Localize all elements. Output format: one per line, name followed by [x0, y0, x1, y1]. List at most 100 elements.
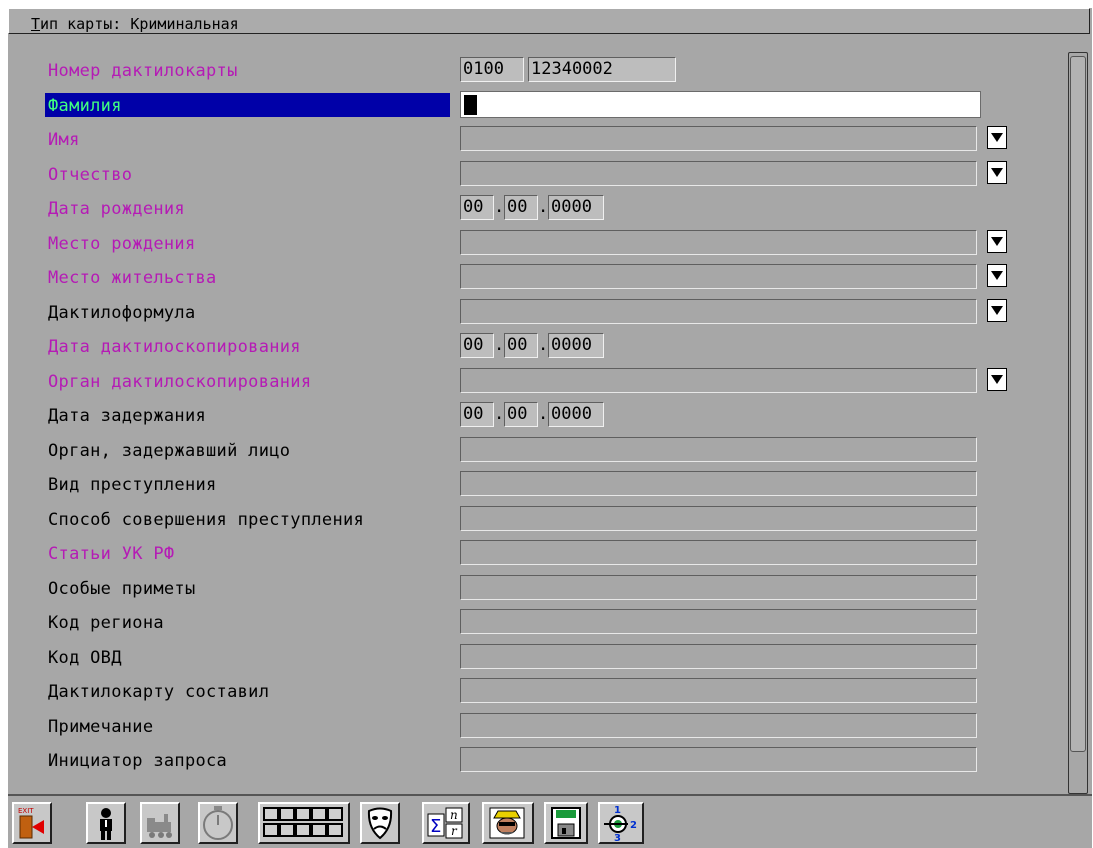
text-field[interactable] — [460, 574, 977, 600]
form-row: Орган дактилоскопирования — [18, 367, 1058, 395]
text-field[interactable] — [460, 747, 977, 772]
form-row: Отчество — [18, 160, 1058, 188]
scrollbar-thumb[interactable] — [1070, 56, 1086, 752]
text-field[interactable] — [460, 540, 977, 565]
date-day-field[interactable]: 00 — [460, 195, 494, 220]
field-label: Имя — [48, 130, 80, 150]
node-1-label: 1 — [614, 805, 621, 816]
field-label: Код региона — [48, 613, 164, 633]
toolbar-button-exit-door[interactable]: EXIT — [12, 802, 52, 844]
bottom-toolbar: EXIT Σnr 123 — [8, 794, 1092, 848]
date-month-field[interactable]: 00 — [504, 333, 538, 358]
field-label: Инициатор запроса — [48, 751, 228, 771]
toolbar-button-theater-mask[interactable] — [360, 802, 400, 844]
selected-label-highlight: Фамилия — [45, 92, 450, 117]
field-label: Место рождения — [48, 233, 196, 254]
dropdown-arrow-icon[interactable] — [987, 229, 1007, 253]
date-separator: . — [538, 404, 549, 424]
field-label: Дата дактилоскопирования — [48, 337, 301, 357]
text-field[interactable] — [460, 712, 977, 738]
combo-field[interactable] — [460, 298, 977, 324]
dropdown-arrow-icon[interactable] — [987, 298, 1007, 322]
sigma-n-label: n — [450, 808, 458, 822]
field-label: Дактилокарту составил — [48, 682, 270, 702]
text-field[interactable] — [460, 436, 977, 462]
exit-text: EXIT — [18, 807, 34, 815]
node-3-label: 3 — [614, 833, 621, 842]
date-day-field[interactable]: 00 — [460, 402, 494, 427]
form-row: Номер дактилокарты 0100 12340002 — [18, 56, 1058, 84]
text-field[interactable] — [460, 471, 977, 496]
date-separator: . — [494, 404, 505, 424]
dropdown-arrow-icon[interactable] — [987, 367, 1007, 391]
text-field[interactable] — [460, 643, 977, 669]
form-row: Инициатор запроса — [18, 746, 1058, 774]
toolbar-button-fingerprint-grid[interactable] — [258, 802, 350, 844]
form-window: Тип карты: Криминальная Номер дактилокар… — [8, 8, 1092, 848]
toolbar-button-sigma-statistics[interactable]: Σnr — [422, 802, 470, 844]
date-month-field[interactable]: 00 — [504, 195, 538, 220]
form-row: Место жительства — [18, 263, 1058, 291]
field-label: Фамилия — [48, 95, 122, 116]
text-field[interactable] — [460, 609, 977, 634]
date-year-field[interactable]: 0000 — [548, 333, 604, 358]
title-bar: Тип карты: Криминальная — [8, 8, 1090, 34]
field-label: Код ОВД — [48, 647, 122, 668]
field-label: Дата рождения — [48, 199, 185, 219]
date-day-field[interactable]: 00 — [460, 333, 494, 358]
form-row: Способ совершения преступления — [18, 505, 1058, 533]
date-month-field[interactable]: 00 — [504, 402, 538, 427]
field-label: Вид преступления — [48, 475, 217, 495]
form-row: Имя — [18, 125, 1058, 153]
combo-field[interactable] — [460, 264, 977, 289]
form-row: Особые приметы — [18, 574, 1058, 602]
field-label: Статьи УК РФ — [48, 544, 175, 564]
combo-field[interactable] — [460, 229, 977, 255]
field-label: Отчество — [48, 164, 133, 185]
date-year-field[interactable]: 0000 — [548, 195, 604, 220]
dropdown-arrow-icon[interactable] — [987, 126, 1007, 149]
field-label: Способ совершения преступления — [48, 509, 365, 530]
toolbar-button-stopwatch[interactable] — [198, 802, 238, 844]
window-title: Тип карты: Криминальная — [31, 15, 239, 33]
toolbar-button-train[interactable] — [140, 802, 180, 844]
node-2-label: 2 — [630, 820, 637, 831]
dropdown-arrow-icon[interactable] — [987, 160, 1007, 184]
combo-field[interactable] — [460, 160, 977, 186]
form-row: Статьи УК РФ — [18, 539, 1058, 567]
form-row: Вид преступления — [18, 470, 1058, 498]
text-field[interactable] — [460, 678, 977, 703]
card-form: Номер дактилокарты 0100 12340002 Фамилия Имя… — [18, 48, 1068, 798]
form-row: Орган, задержавший лицо — [18, 436, 1058, 464]
date-separator: . — [494, 197, 505, 217]
form-row: Фамилия — [18, 90, 1058, 119]
combo-field[interactable] — [460, 126, 977, 151]
field-label: Примечание — [48, 716, 154, 737]
surname-input[interactable] — [460, 90, 981, 118]
combo-field[interactable] — [460, 367, 977, 393]
card-number-field[interactable]: 12340002 — [528, 57, 676, 82]
text-cursor — [464, 94, 477, 115]
form-row: Место рождения — [18, 229, 1058, 257]
dropdown-arrow-icon[interactable] — [987, 264, 1007, 287]
text-field[interactable] — [460, 505, 977, 531]
form-row: Дактилокарту составил — [18, 677, 1058, 705]
toolbar-button-floppy-save[interactable] — [544, 802, 588, 844]
date-year-field[interactable]: 0000 — [548, 402, 604, 427]
card-number-prefix-field[interactable]: 0100 — [460, 57, 524, 82]
toolbar-button-network-123[interactable]: 123 — [598, 802, 644, 844]
form-row: Дата дактилоскопирования 00. 00. 0000 — [18, 332, 1058, 360]
svg-text:Σ: Σ — [430, 816, 441, 837]
field-label: Орган дактилоскопирования — [48, 371, 312, 392]
form-row: Код ОВД — [18, 643, 1058, 671]
toolbar-button-detective[interactable] — [482, 802, 534, 844]
date-separator: . — [538, 197, 549, 217]
field-label: Место жительства — [48, 268, 217, 288]
form-row: Примечание — [18, 712, 1058, 740]
form-row: Дата задержания 00. 00. 0000 — [18, 401, 1058, 429]
toolbar-button-person[interactable] — [86, 802, 126, 844]
field-label: Дактилоформула — [48, 302, 196, 323]
form-row: Дактилоформула — [18, 298, 1058, 326]
date-separator: . — [494, 335, 505, 355]
form-row: Дата рождения 00. 00. 0000 — [18, 194, 1058, 222]
